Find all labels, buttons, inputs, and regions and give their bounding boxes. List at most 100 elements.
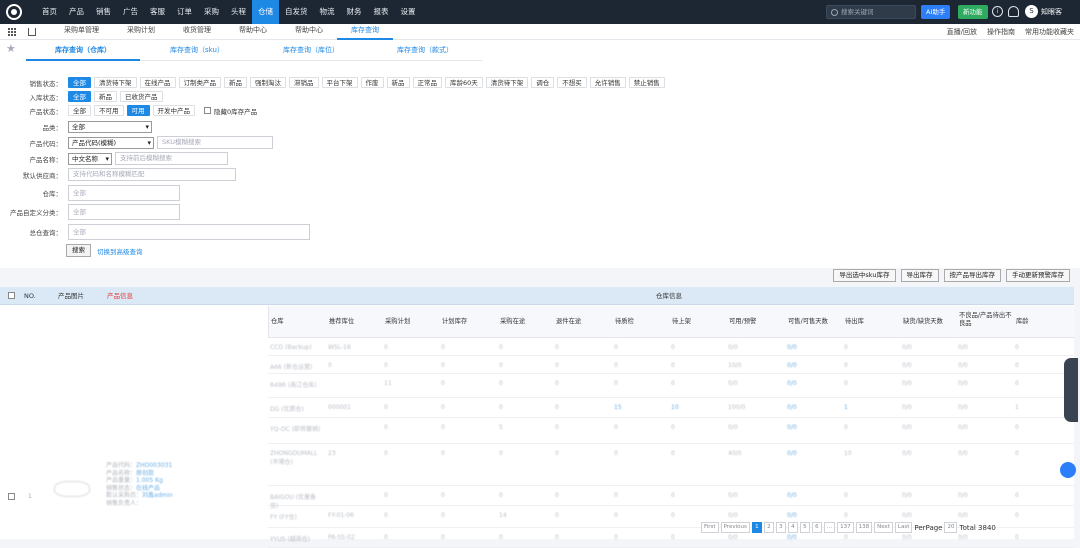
- nav-item[interactable]: 客服: [144, 0, 171, 24]
- page-button[interactable]: 4: [787, 522, 798, 533]
- sku-search-input[interactable]: SKU模糊搜索: [157, 136, 273, 149]
- filter-chip[interactable]: 新品: [386, 77, 410, 88]
- headset-icon[interactable]: [1008, 6, 1019, 17]
- tab-right-link[interactable]: 直播/回放: [947, 24, 977, 40]
- nav-item[interactable]: 广告: [117, 0, 144, 24]
- product-code-select[interactable]: 产品代码(模糊): [68, 136, 154, 149]
- warehouse-input[interactable]: 全部: [68, 185, 180, 201]
- filter-chip[interactable]: 平台下架: [321, 77, 358, 88]
- nav-item[interactable]: 设置: [395, 0, 422, 24]
- select-all-checkbox[interactable]: [8, 292, 15, 299]
- filter-chip[interactable]: 已收货产品: [120, 91, 163, 102]
- app-logo-icon[interactable]: [6, 4, 22, 20]
- sub-tab[interactable]: 库存查询（sku）: [140, 45, 254, 61]
- page-button[interactable]: 3: [775, 522, 786, 533]
- filter-chip[interactable]: 禁止销售: [628, 77, 665, 88]
- filter-chip[interactable]: 正常品: [412, 77, 442, 88]
- page-button[interactable]: Last: [894, 522, 913, 533]
- hide-zero-checkbox[interactable]: [204, 107, 211, 114]
- nav-item[interactable]: 财务: [341, 0, 368, 24]
- table-cell: 0: [1015, 380, 1019, 387]
- favorite-star-icon[interactable]: ★: [6, 42, 16, 55]
- export-button[interactable]: 按产品导出库存: [943, 269, 1001, 282]
- page-tab[interactable]: 收货管理: [169, 23, 225, 40]
- page-tab[interactable]: 库存查询: [337, 23, 393, 40]
- nav-item[interactable]: 销售: [90, 0, 117, 24]
- filter-chip[interactable]: 全部: [68, 91, 91, 102]
- filter-chip[interactable]: 不可用: [94, 105, 124, 116]
- filter-chip[interactable]: 开发中产品: [152, 105, 195, 116]
- nav-item[interactable]: 报表: [368, 0, 395, 24]
- nav-item[interactable]: 采购: [198, 0, 225, 24]
- category-select[interactable]: 全部: [68, 121, 152, 133]
- table-cell: 0: [555, 534, 559, 541]
- per-page-input[interactable]: 20: [944, 522, 958, 533]
- page-button[interactable]: ...: [823, 522, 836, 533]
- filter-chip[interactable]: 新品: [94, 91, 117, 102]
- filter-chip[interactable]: 滞销品: [289, 77, 319, 88]
- filter-chip[interactable]: 订制类产品: [178, 77, 221, 88]
- page-button[interactable]: 6: [811, 522, 822, 533]
- info-icon[interactable]: i: [992, 6, 1003, 17]
- filter-chip[interactable]: 库龄60天: [445, 77, 483, 88]
- page-tab[interactable]: 帮助中心: [225, 23, 281, 40]
- total-warehouse-input[interactable]: 全部: [68, 224, 310, 240]
- export-button[interactable]: 导出选中sku库存: [833, 269, 896, 282]
- page-tab[interactable]: 采购计划: [113, 23, 169, 40]
- table-cell: 0/0: [902, 362, 912, 369]
- page-button[interactable]: 2: [763, 522, 774, 533]
- filter-chip[interactable]: 调仓: [531, 77, 555, 88]
- filter-chip[interactable]: 清货待下架: [485, 77, 529, 88]
- nav-item[interactable]: 订单: [171, 0, 198, 24]
- page-button[interactable]: 138: [855, 522, 873, 533]
- nav-item[interactable]: 物流: [314, 0, 341, 24]
- product-name-select[interactable]: 中文名称: [68, 152, 112, 165]
- nav-item[interactable]: 自发货: [279, 0, 314, 24]
- page-button[interactable]: 1: [751, 522, 762, 533]
- filter-chip[interactable]: 强制淘汰: [250, 77, 286, 88]
- nav-item[interactable]: 头程: [225, 0, 252, 24]
- filter-chip[interactable]: 不想买: [557, 77, 587, 88]
- sub-tab[interactable]: 库存查询（库位）: [254, 45, 368, 61]
- filter-chip[interactable]: 清货待下架: [94, 77, 137, 88]
- filter-chip[interactable]: 新品: [224, 77, 247, 88]
- sub-tab[interactable]: 库存查询（仓库）: [26, 45, 140, 61]
- chat-bubble-icon[interactable]: [1060, 462, 1076, 478]
- export-button[interactable]: 导出库存: [900, 269, 939, 282]
- filter-chip[interactable]: 可用: [126, 105, 150, 116]
- row-checkbox[interactable]: [8, 493, 15, 500]
- page-button[interactable]: 137: [837, 522, 854, 533]
- page-tab[interactable]: 采购单管理: [50, 23, 113, 40]
- new-features-button[interactable]: 新功能: [958, 5, 988, 19]
- filter-chip[interactable]: 作废: [360, 77, 384, 88]
- custom-category-input[interactable]: 全部: [68, 204, 180, 220]
- nav-item[interactable]: 产品: [63, 0, 90, 24]
- supplier-input[interactable]: 支持代码和名称模糊匹配: [68, 168, 236, 181]
- app-grid-icon[interactable]: [8, 27, 16, 36]
- page-button[interactable]: Next: [874, 522, 893, 533]
- advanced-query-link[interactable]: 切换到高级查询: [97, 246, 143, 256]
- user-name[interactable]: 知眼客: [1041, 0, 1062, 24]
- nav-item[interactable]: 仓储: [252, 0, 279, 24]
- filter-chip[interactable]: 全部: [68, 77, 91, 88]
- filter-chip[interactable]: 在线产品: [139, 77, 176, 88]
- tab-right-link[interactable]: 常用功能收藏夹: [1025, 24, 1074, 40]
- search-button[interactable]: 搜索: [66, 244, 91, 257]
- sub-tab[interactable]: 库存查询（款式）: [368, 45, 482, 61]
- home-icon[interactable]: [28, 27, 36, 36]
- page-button[interactable]: 5: [799, 522, 810, 533]
- page-button[interactable]: First: [701, 522, 719, 533]
- filter-chip[interactable]: 允许销售: [589, 77, 626, 88]
- page-button[interactable]: Previous: [720, 522, 750, 533]
- global-search-input[interactable]: 搜索关键词: [826, 5, 916, 19]
- product-image[interactable]: [54, 481, 90, 497]
- product-name-input[interactable]: 支持前后模糊搜索: [115, 152, 228, 165]
- ai-assistant-button[interactable]: AI助手: [921, 5, 951, 19]
- filter-chip[interactable]: 全部: [68, 105, 91, 116]
- nav-item[interactable]: 首页: [36, 0, 63, 24]
- avatar[interactable]: S: [1025, 5, 1038, 18]
- tab-right-link[interactable]: 操作指南: [987, 24, 1015, 40]
- floating-help-tab[interactable]: [1064, 358, 1078, 422]
- page-tab[interactable]: 帮助中心: [281, 23, 337, 40]
- export-button[interactable]: 手动更新预警库存: [1006, 269, 1070, 282]
